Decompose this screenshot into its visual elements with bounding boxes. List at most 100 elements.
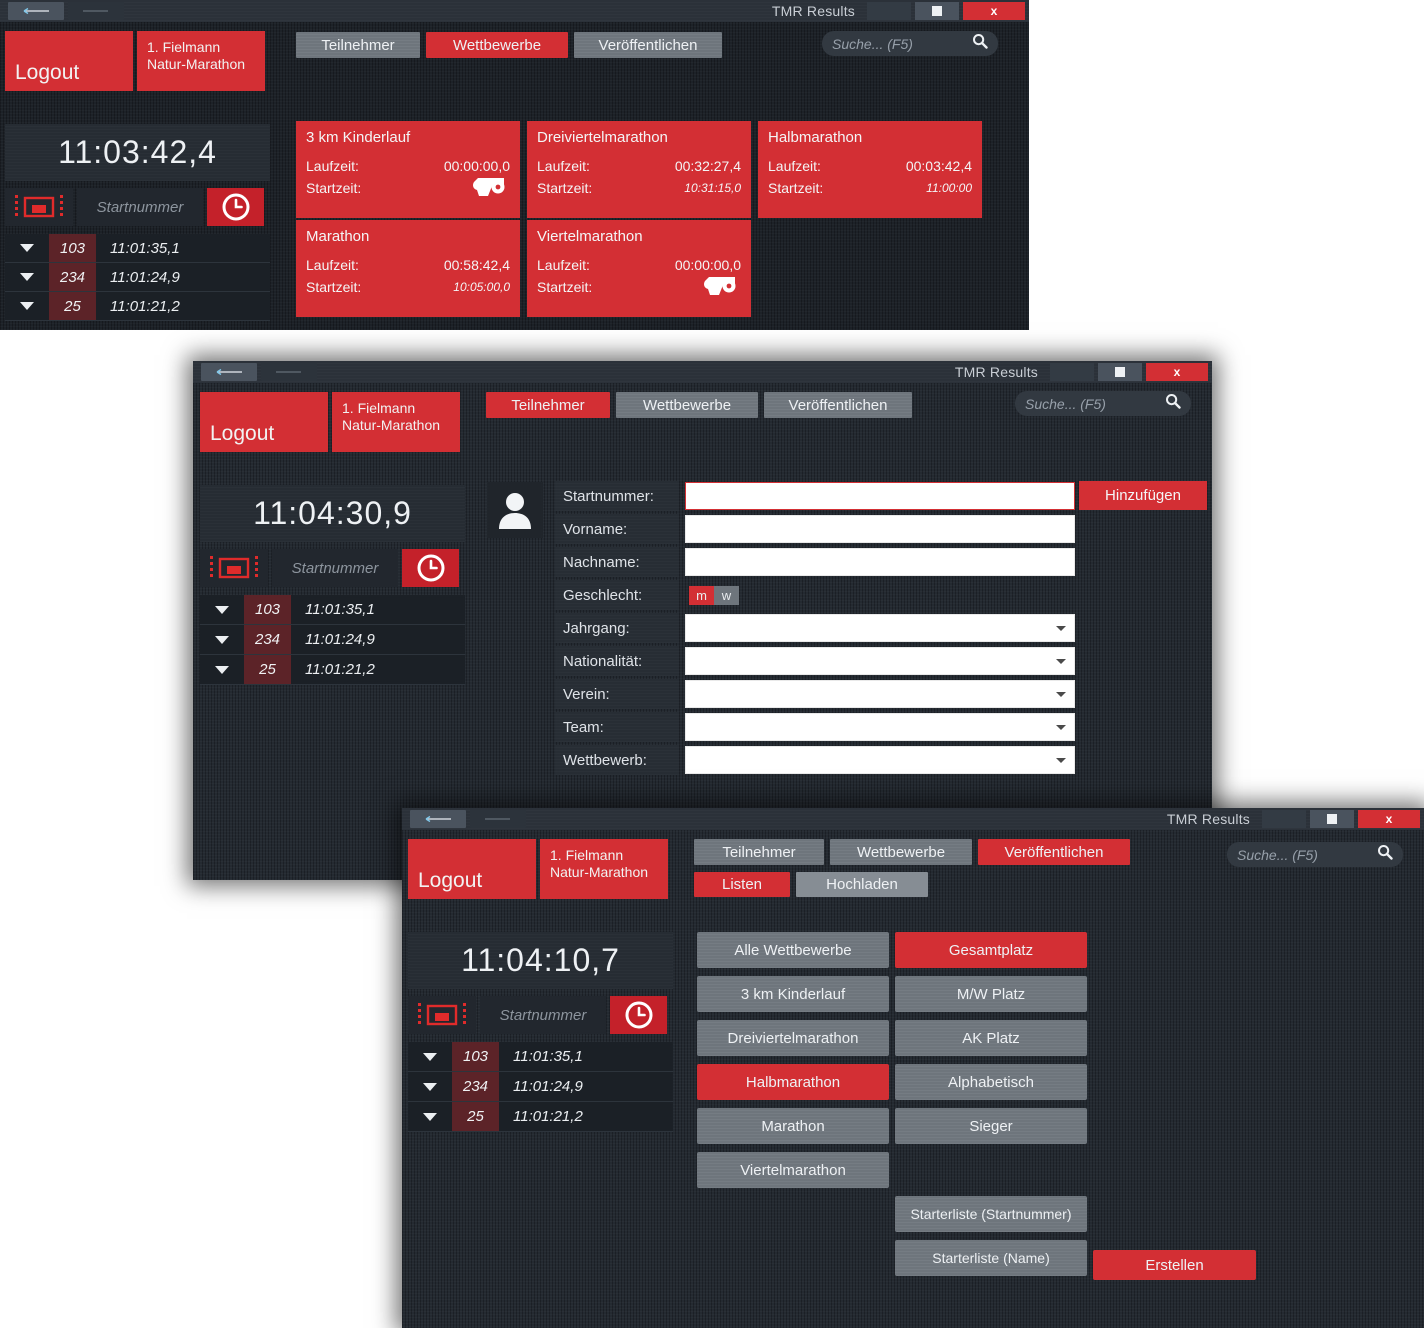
startnummer-input-2[interactable]: Startnummer	[272, 549, 398, 587]
publish-competition-button[interactable]: Marathon	[697, 1108, 889, 1144]
maximize-button[interactable]	[1310, 810, 1354, 828]
tab-wettbewerbe[interactable]: Wettbewerbe	[616, 392, 758, 418]
stopwatch-button[interactable]	[207, 188, 264, 226]
forward-button[interactable]	[261, 363, 317, 381]
table-row[interactable]: 25 11:01:21,2	[408, 1102, 673, 1132]
search-box-2[interactable]: Suche... (F5)	[1015, 391, 1191, 416]
table-row[interactable]: 103 11:01:35,1	[200, 595, 465, 625]
publish-sort-button[interactable]: AK Platz	[895, 1020, 1087, 1056]
stopwatch-button[interactable]	[610, 996, 667, 1034]
back-button[interactable]	[201, 363, 257, 381]
tab-teilnehmer[interactable]: Teilnehmer	[296, 32, 420, 58]
geschlecht-toggle[interactable]: m w	[689, 585, 739, 605]
publish-competition-button[interactable]: Dreiviertelmarathon	[697, 1020, 889, 1056]
close-button[interactable]: x	[963, 2, 1025, 20]
tab-teilnehmer[interactable]: Teilnehmer	[694, 839, 824, 865]
search-icon[interactable]	[972, 33, 988, 54]
row-expand-icon[interactable]	[200, 635, 244, 645]
table-row[interactable]: 234 11:01:24,9	[408, 1072, 673, 1102]
publish-competition-button[interactable]: 3 km Kinderlauf	[697, 976, 889, 1012]
startnummer-input-1[interactable]: Startnummer	[77, 188, 203, 226]
competition-card[interactable]: Marathon Laufzeit: 00:58:42,4 Startzeit:…	[296, 220, 520, 317]
row-expand-icon[interactable]	[5, 301, 49, 311]
stopwatch-button[interactable]	[402, 549, 459, 587]
row-expand-icon[interactable]	[5, 272, 49, 282]
minimize-button[interactable]	[867, 2, 911, 20]
tab-teilnehmer[interactable]: Teilnehmer	[486, 392, 610, 418]
startnummer-field[interactable]	[685, 482, 1075, 510]
vorname-field[interactable]	[685, 515, 1075, 543]
table-row[interactable]: 25 11:01:21,2	[200, 655, 465, 685]
search-icon[interactable]	[1377, 844, 1393, 865]
publish-competition-button[interactable]: Halbmarathon	[697, 1064, 889, 1100]
team-select[interactable]	[685, 713, 1075, 741]
starterliste-name-button[interactable]: Starterliste (Name)	[895, 1240, 1087, 1276]
close-button[interactable]: x	[1358, 810, 1420, 828]
nationalitaet-select[interactable]	[685, 647, 1075, 675]
back-button[interactable]	[410, 810, 466, 828]
minimize-button[interactable]	[1050, 363, 1094, 381]
competition-card[interactable]: Dreiviertelmarathon Laufzeit: 00:32:27,4…	[527, 121, 751, 218]
row-expand-icon[interactable]	[408, 1112, 452, 1122]
tab-hochladen[interactable]: Hochladen	[796, 872, 928, 897]
search-input[interactable]: Suche... (F5)	[1025, 396, 1165, 412]
row-expand-icon[interactable]	[200, 605, 244, 615]
tab-wettbewerbe[interactable]: Wettbewerbe	[426, 32, 568, 58]
back-button[interactable]	[8, 2, 64, 20]
publish-competition-button[interactable]: Viertelmarathon	[697, 1152, 889, 1188]
search-icon[interactable]	[1165, 393, 1181, 414]
add-participant-button[interactable]: Hinzufügen	[1079, 481, 1207, 510]
wettbewerb-select[interactable]	[685, 746, 1075, 774]
publish-sort-button[interactable]: Alphabetisch	[895, 1064, 1087, 1100]
table-row[interactable]: 103 11:01:35,1	[408, 1042, 673, 1072]
startnummer-input-3[interactable]: Startnummer	[480, 996, 606, 1034]
row-expand-icon[interactable]	[408, 1082, 452, 1092]
tab-wettbewerbe[interactable]: Wettbewerbe	[830, 839, 972, 865]
video-button[interactable]	[5, 188, 73, 226]
geschlecht-male-button[interactable]: m	[689, 585, 714, 605]
search-box-1[interactable]: Suche... (F5)	[822, 31, 998, 56]
verein-select[interactable]	[685, 680, 1075, 708]
row-expand-icon[interactable]	[200, 665, 244, 675]
forward-button[interactable]	[470, 810, 526, 828]
close-button[interactable]: x	[1146, 363, 1208, 381]
search-box-3[interactable]: Suche... (F5)	[1227, 842, 1403, 867]
window-controls-1: TMR Results x	[772, 2, 1029, 20]
table-row[interactable]: 234 11:01:24,9	[200, 625, 465, 655]
publish-sort-button[interactable]: M/W Platz	[895, 976, 1087, 1012]
table-row[interactable]: 234 11:01:24,9	[5, 263, 270, 292]
starterliste-startnummer-button[interactable]: Starterliste (Startnummer)	[895, 1196, 1087, 1232]
tab-veroeffentlichen[interactable]: Veröffentlichen	[764, 392, 912, 418]
maximize-button[interactable]	[1098, 363, 1142, 381]
publish-sort-button[interactable]: Gesamtplatz	[895, 932, 1087, 968]
tab-listen[interactable]: Listen	[694, 872, 790, 897]
competition-card[interactable]: 3 km Kinderlauf Laufzeit: 00:00:00,0 Sta…	[296, 121, 520, 218]
minimize-button[interactable]	[1262, 810, 1306, 828]
forward-button[interactable]	[68, 2, 124, 20]
publish-sort-button[interactable]: Sieger	[895, 1108, 1087, 1144]
start-gun-icon[interactable]	[466, 174, 510, 203]
table-row[interactable]: 25 11:01:21,2	[5, 292, 270, 321]
maximize-button[interactable]	[915, 2, 959, 20]
jahrgang-select[interactable]	[685, 614, 1075, 642]
main-tabs-1: Teilnehmer Wettbewerbe Veröffentlichen	[296, 32, 722, 58]
competition-card[interactable]: Halbmarathon Laufzeit: 00:03:42,4 Startz…	[758, 121, 982, 218]
logout-button[interactable]: Logout	[200, 392, 328, 452]
tab-veroeffentlichen[interactable]: Veröffentlichen	[574, 32, 722, 58]
erstellen-button[interactable]: Erstellen	[1093, 1250, 1256, 1280]
logout-button[interactable]: Logout	[5, 31, 133, 91]
row-expand-icon[interactable]	[408, 1052, 452, 1062]
logout-button[interactable]: Logout	[408, 839, 536, 899]
search-input[interactable]: Suche... (F5)	[1237, 847, 1377, 863]
start-gun-icon[interactable]	[697, 273, 741, 302]
search-input[interactable]: Suche... (F5)	[832, 36, 972, 52]
nachname-field[interactable]	[685, 548, 1075, 576]
geschlecht-female-button[interactable]: w	[714, 585, 739, 605]
row-expand-icon[interactable]	[5, 243, 49, 253]
publish-competition-button[interactable]: Alle Wettbewerbe	[697, 932, 889, 968]
video-button[interactable]	[408, 996, 476, 1034]
video-button[interactable]	[200, 549, 268, 587]
competition-card[interactable]: Viertelmarathon Laufzeit: 00:00:00,0 Sta…	[527, 220, 751, 317]
table-row[interactable]: 103 11:01:35,1	[5, 234, 270, 263]
tab-veroeffentlichen[interactable]: Veröffentlichen	[978, 839, 1130, 865]
